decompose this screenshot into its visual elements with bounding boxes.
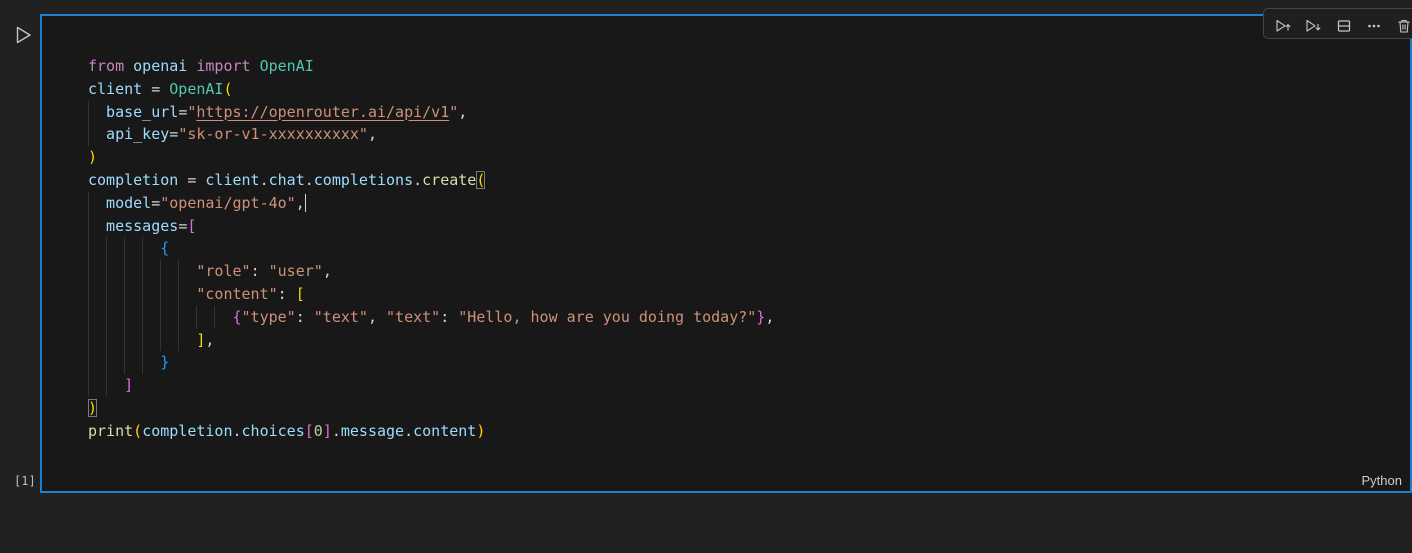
code-line: "content": [ bbox=[88, 282, 1406, 306]
delete-cell-button[interactable] bbox=[1395, 17, 1412, 35]
code-line: messages=[ bbox=[88, 214, 1406, 238]
code-line: {"type": "text", "text": "Hello, how are… bbox=[88, 305, 1406, 329]
cell-language-picker[interactable]: Python bbox=[1362, 473, 1402, 488]
code-line: "role": "user", bbox=[88, 260, 1406, 283]
code-editor[interactable]: from openai import OpenAI client = OpenAI… bbox=[88, 55, 1406, 443]
code-line: client = OpenAI( bbox=[88, 79, 233, 98]
code-line: from openai import OpenAI bbox=[88, 57, 314, 75]
more-actions-icon bbox=[1366, 18, 1382, 34]
cell-toolbar bbox=[1263, 8, 1412, 39]
execute-above-icon bbox=[1275, 18, 1292, 34]
execute-below-button[interactable] bbox=[1304, 17, 1322, 35]
code-line: api_key="sk-or-v1-xxxxxxxxxx", bbox=[88, 123, 1406, 147]
execute-above-button[interactable] bbox=[1274, 17, 1292, 35]
run-cell-button[interactable] bbox=[15, 24, 37, 46]
cell-output: Hello! I'm here and ready to help you. H… bbox=[0, 493, 1412, 553]
execute-below-icon bbox=[1305, 18, 1322, 34]
code-line: ] bbox=[88, 374, 1406, 397]
code-line: ], bbox=[88, 328, 1406, 352]
execution-count: [1] bbox=[14, 474, 36, 488]
code-line: } bbox=[88, 351, 1406, 375]
code-line: { bbox=[88, 237, 1406, 261]
code-line: ) bbox=[88, 398, 98, 417]
notebook-cell: from openai import OpenAI client = OpenAI… bbox=[40, 8, 1412, 493]
split-cell-button[interactable] bbox=[1335, 17, 1353, 35]
code-line: model="openai/gpt-4o", bbox=[88, 191, 1406, 215]
text-cursor bbox=[304, 193, 307, 212]
play-outline-icon bbox=[15, 25, 37, 45]
code-line: ) bbox=[88, 148, 98, 167]
code-line: base_url="https://openrouter.ai/api/v1", bbox=[88, 100, 1406, 124]
code-line: print(completion.choices[0].message.cont… bbox=[88, 421, 486, 440]
more-actions-button[interactable] bbox=[1365, 17, 1383, 35]
delete-cell-icon bbox=[1396, 18, 1412, 34]
code-line: completion = client.chat.completions.cre… bbox=[88, 170, 486, 189]
split-cell-icon bbox=[1336, 18, 1352, 34]
